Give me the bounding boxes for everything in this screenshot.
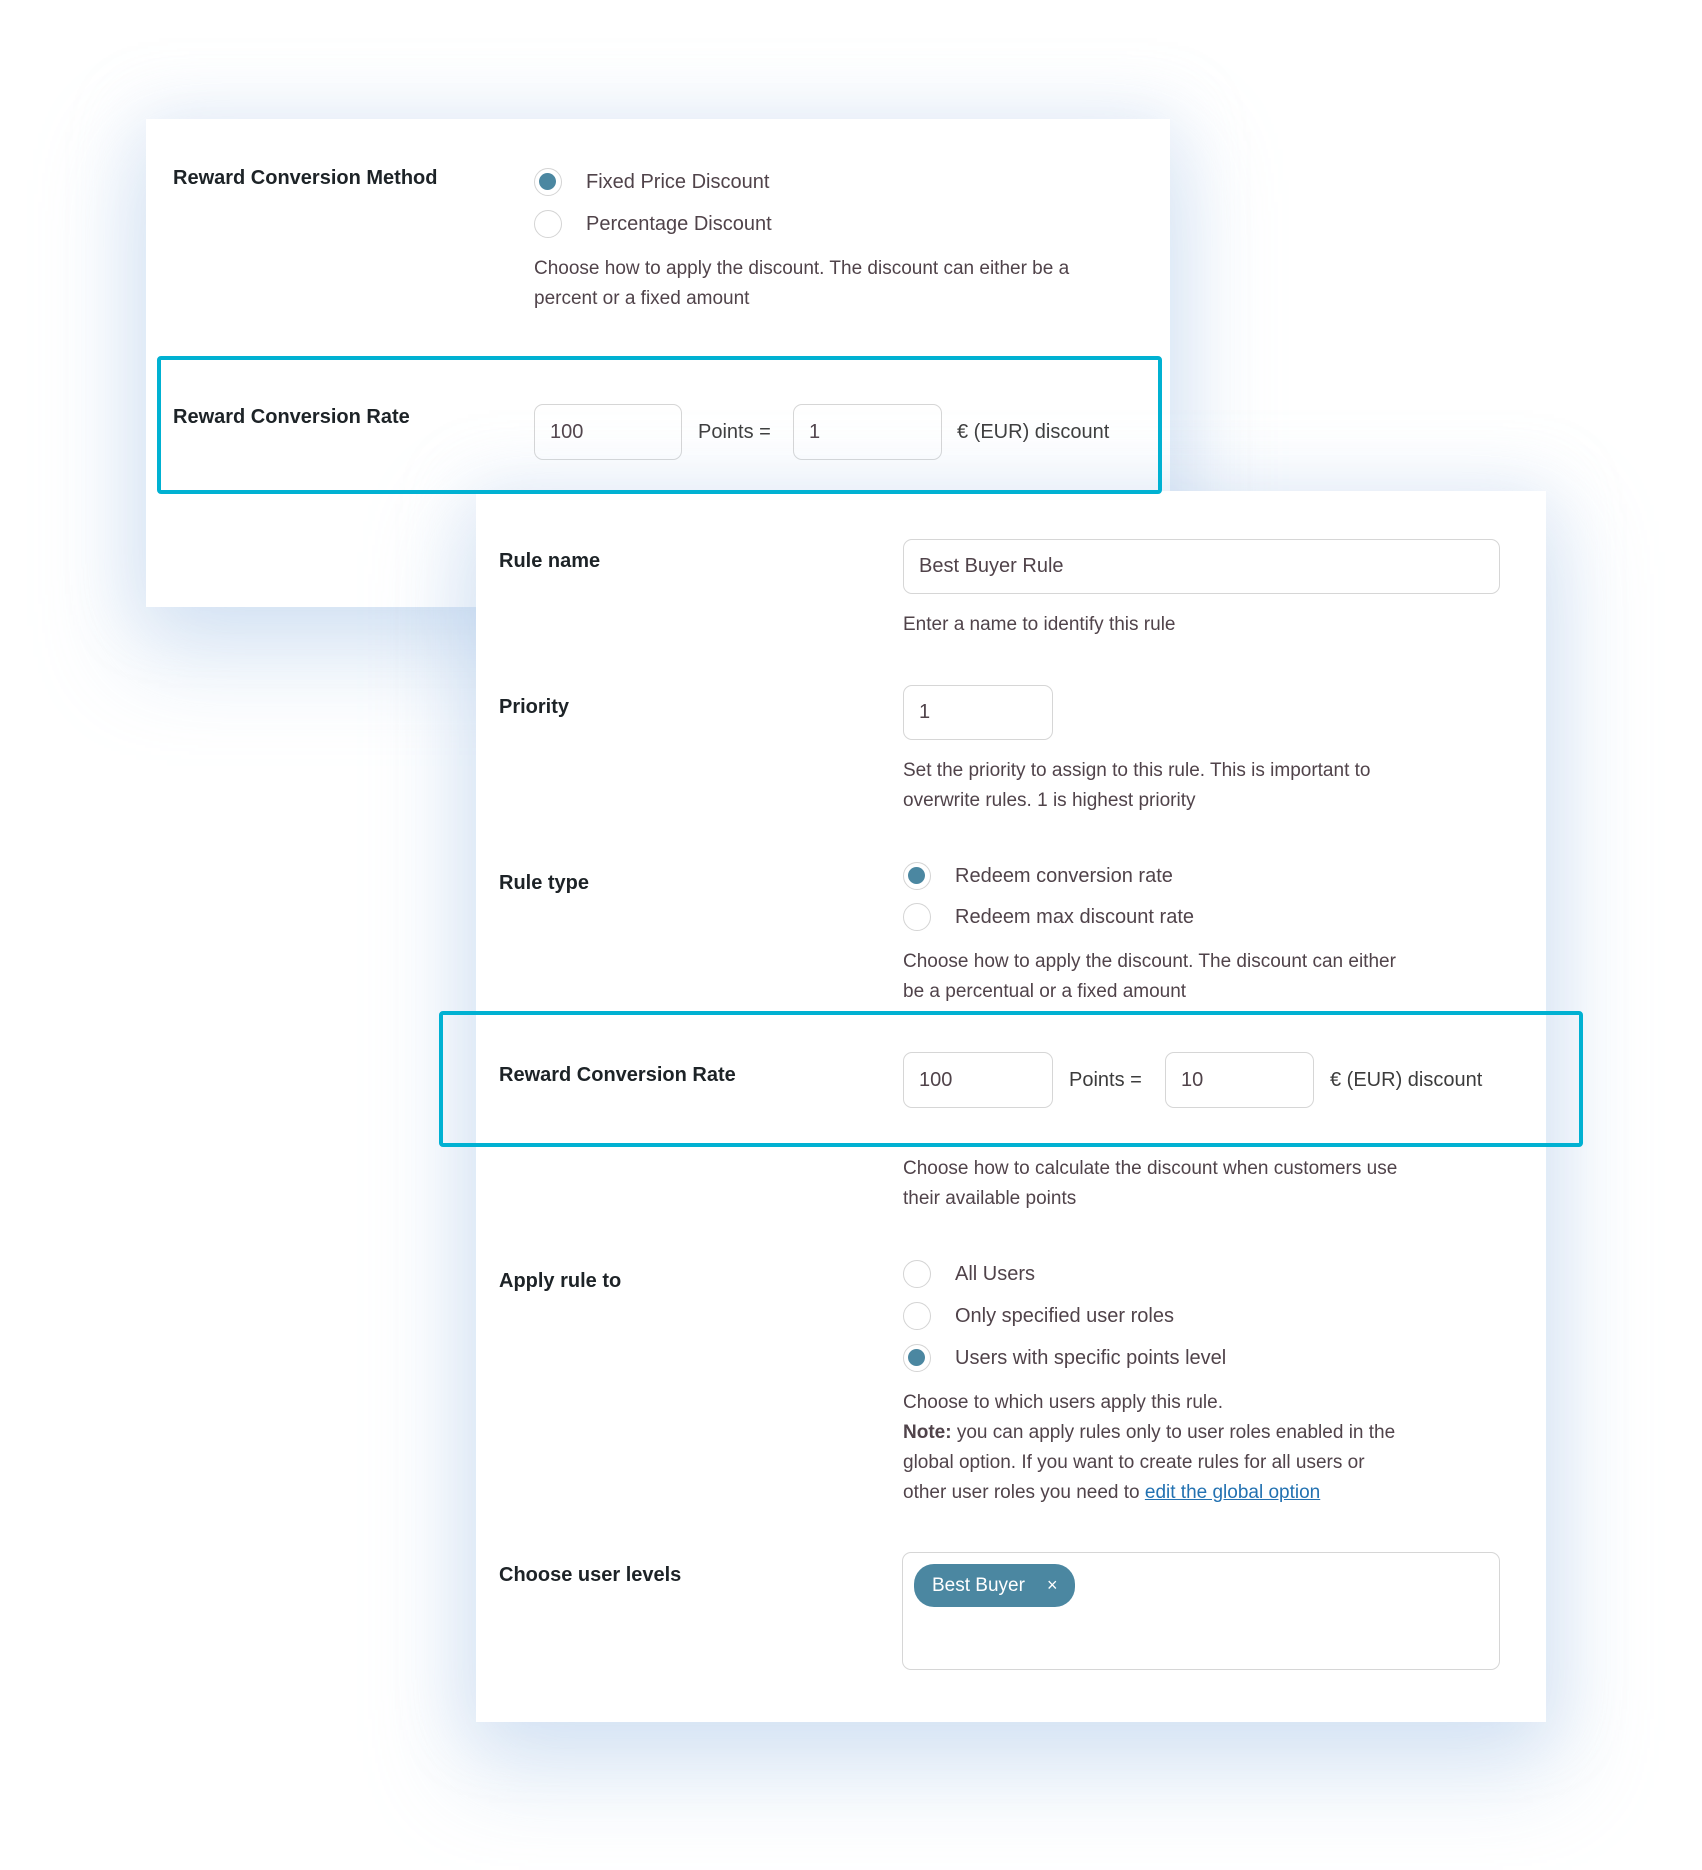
option-users-with-specific-points-level-label[interactable]: Users with specific points level [955,1346,1226,1370]
conversion-method-description-line2: percent or a fixed amount [534,288,750,309]
user-level-chip-label: Best Buyer [932,1574,1025,1596]
remove-chip-icon[interactable]: × [1047,1575,1058,1596]
global-currency-label: € (EUR) discount [957,421,1110,443]
apply-rule-note-line3: other user roles you need to edit the gl… [903,1478,1320,1508]
rule-points-input[interactable]: 100 [903,1052,1053,1108]
radio-all-users[interactable] [903,1260,931,1288]
choose-user-levels-label: Choose user levels [499,1564,682,1586]
rule-type-hint-line1: Choose how to apply the discount. The di… [903,951,1396,972]
apply-rule-hint-line1: Choose to which users apply this rule. [903,1392,1223,1413]
rule-points-equals-label: Points = [1069,1069,1142,1091]
note-label: Note: [903,1422,952,1443]
radio-redeem-max-discount-rate[interactable] [903,903,931,931]
user-levels-select[interactable]: Best Buyer × [902,1552,1500,1670]
rule-discount-input[interactable]: 10 [1165,1052,1314,1108]
conversion-method-description-line1: Choose how to apply the discount. The di… [534,258,1070,279]
rule-currency-label: € (EUR) discount [1330,1069,1483,1091]
user-level-chip: Best Buyer × [914,1564,1076,1607]
radio-percentage-discount[interactable] [534,210,562,238]
apply-rule-note-line1: Note: you can apply rules only to user r… [903,1418,1395,1448]
priority-hint-line2: overwrite rules. 1 is highest priority [903,790,1196,811]
option-redeem-conversion-rate-label[interactable]: Redeem conversion rate [955,864,1173,888]
option-fixed-price-discount-label[interactable]: Fixed Price Discount [586,170,769,194]
apply-rule-note-line2: global option. If you want to create rul… [903,1452,1365,1473]
option-percentage-discount-label[interactable]: Percentage Discount [586,212,772,236]
priority-input[interactable]: 1 [903,685,1053,740]
option-redeem-max-discount-rate-label[interactable]: Redeem max discount rate [955,905,1194,929]
rule-name-hint: Enter a name to identify this rule [903,614,1176,635]
rule-name-input[interactable]: Best Buyer Rule [903,539,1500,594]
note-line3-text: other user roles you need to [903,1482,1145,1503]
rule-conversion-rate-label: Reward Conversion Rate [499,1064,736,1086]
radio-fixed-price-discount[interactable] [534,168,562,196]
radio-users-with-specific-points-level[interactable] [903,1344,931,1372]
option-all-users-label[interactable]: All Users [955,1262,1035,1286]
rule-type-hint-line2: be a percentual or a fixed amount [903,981,1187,1002]
note-line1-text: you can apply rules only to user roles e… [951,1422,1396,1443]
priority-label: Priority [499,696,570,718]
global-points-equals-label: Points = [698,421,771,443]
priority-hint-line1: Set the priority to assign to this rule.… [903,760,1371,781]
radio-only-specified-user-roles[interactable] [903,1302,931,1330]
option-only-specified-user-roles-label[interactable]: Only specified user roles [955,1304,1174,1328]
rule-conversion-rate-hint-line1: Choose how to calculate the discount whe… [903,1158,1398,1179]
rule-form-card: Rule name Best Buyer Rule Enter a name t… [476,491,1546,1722]
global-points-input[interactable]: 100 [534,404,682,460]
conversion-method-label: Reward Conversion Method [173,167,438,189]
global-discount-input[interactable]: 1 [793,404,942,460]
rule-name-label: Rule name [499,550,601,572]
edit-global-option-link[interactable]: edit the global option [1145,1482,1320,1503]
apply-rule-to-label: Apply rule to [499,1270,622,1292]
global-conversion-rate-label: Reward Conversion Rate [173,406,410,428]
rule-conversion-rate-hint-line2: their available points [903,1188,1077,1209]
radio-redeem-conversion-rate[interactable] [903,862,931,890]
rule-type-label: Rule type [499,872,590,894]
